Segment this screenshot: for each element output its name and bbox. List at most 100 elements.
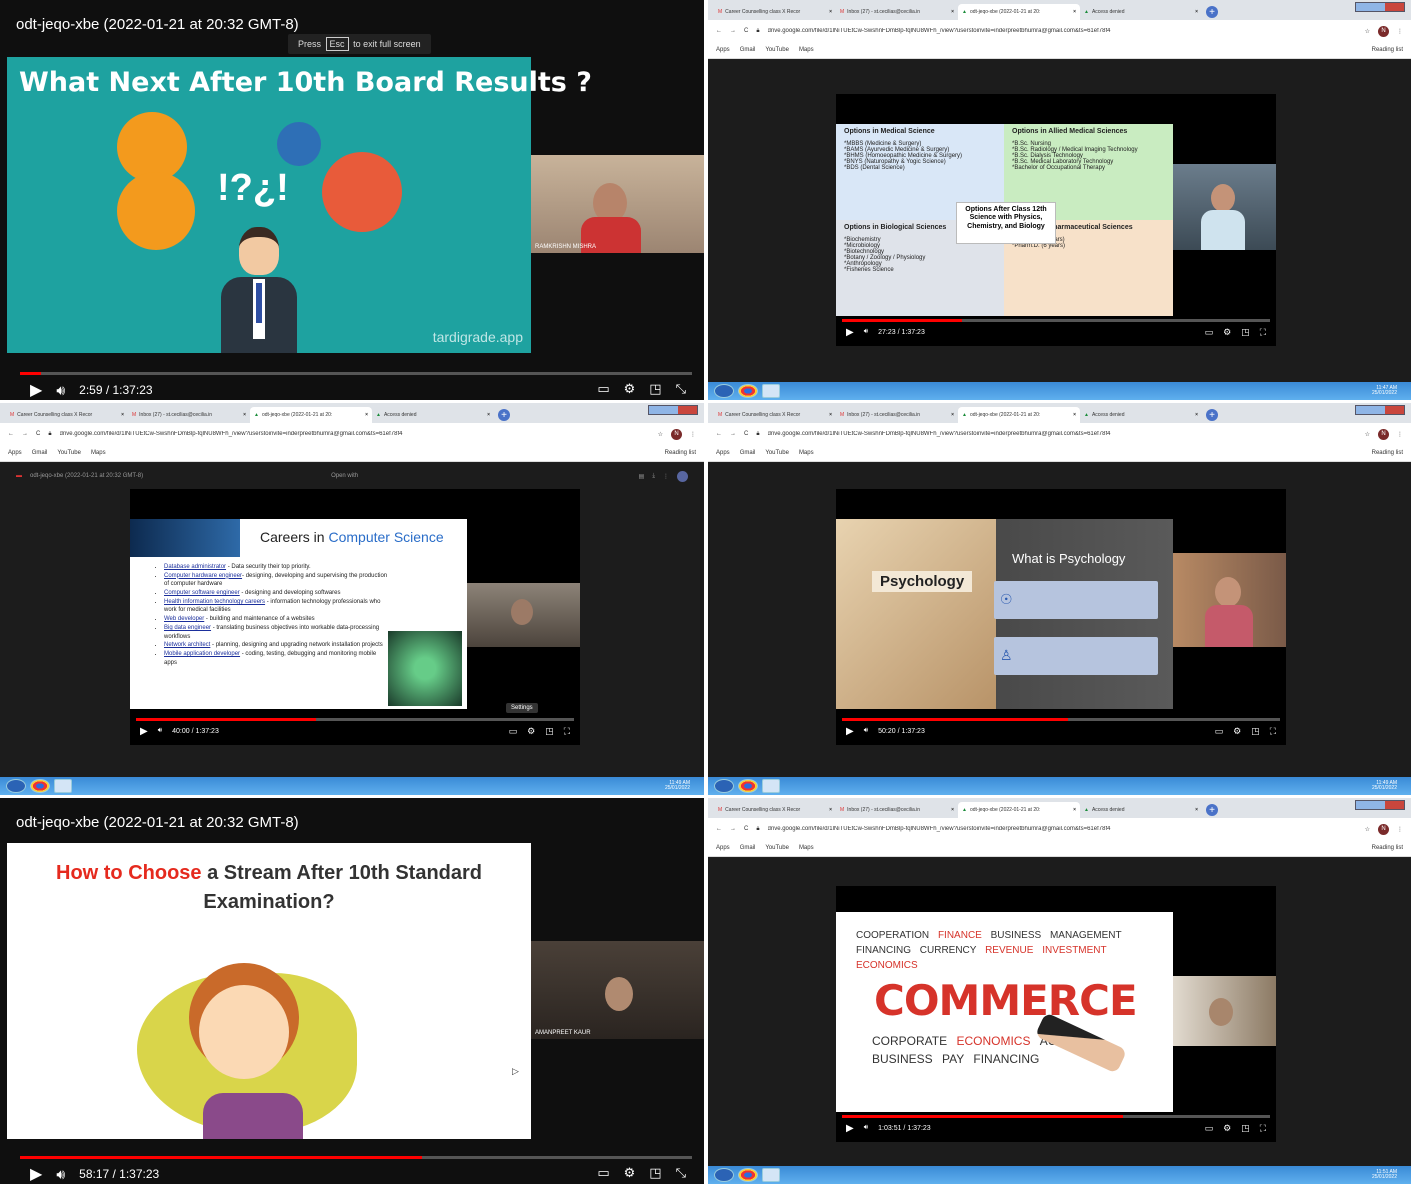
account-avatar[interactable] — [677, 470, 688, 482]
volume-icon[interactable]: 🔊︎ — [56, 1166, 65, 1183]
miniplayer-icon[interactable]: ◳ — [649, 1165, 661, 1181]
tab-drive[interactable]: ▲ odt-jeqo-xbe (2022-01-21 at 20: × — [958, 407, 1080, 423]
subtitles-icon[interactable]: ▭ — [1205, 327, 1214, 338]
reading-list[interactable]: Reading list — [1372, 47, 1403, 53]
tab-access-denied[interactable]: ▲ Access denied × — [1080, 4, 1202, 20]
back-icon[interactable]: ← — [716, 826, 722, 832]
forward-icon[interactable]: → — [730, 431, 736, 437]
explorer-icon[interactable] — [762, 384, 780, 398]
forward-icon[interactable]: → — [22, 431, 28, 437]
tab-inbox[interactable]: M Inbox (27) - st.cecilias@cecilia.in × — [836, 407, 958, 423]
comment-icon[interactable]: ▤ — [639, 473, 645, 480]
career-link[interactable]: Big data engineer — [164, 625, 211, 631]
tab-inbox[interactable]: M Inbox (27) - st.cecilias@cecilia.in × — [836, 4, 958, 20]
menu-icon[interactable]: ⋮ — [1397, 826, 1403, 833]
close-icon[interactable]: × — [829, 807, 832, 813]
explorer-icon[interactable] — [762, 779, 780, 793]
explorer-icon[interactable] — [54, 779, 72, 793]
volume-icon[interactable]: 🔊︎ — [864, 1124, 868, 1132]
new-tab-button[interactable]: + — [1206, 409, 1218, 421]
video-player[interactable]: Options in Medical Science *MBBS (Medicin… — [836, 94, 1276, 346]
career-link[interactable]: Web developer — [164, 616, 204, 622]
reading-list[interactable]: Reading list — [1372, 845, 1403, 851]
play-icon[interactable]: ▶ — [30, 380, 42, 400]
bookmark-youtube[interactable]: YouTube — [765, 450, 789, 456]
close-icon[interactable]: × — [1073, 807, 1076, 813]
new-tab-button[interactable]: + — [1206, 6, 1218, 18]
subtitles-icon[interactable]: ▭ — [1205, 1123, 1214, 1134]
miniplayer-icon[interactable]: ◳ — [1251, 726, 1260, 737]
tab-inbox[interactable]: M Inbox (27) - st.cecilias@cecilia.in × — [128, 407, 250, 423]
volume-icon[interactable]: 🔊︎ — [56, 382, 65, 399]
reading-list[interactable]: Reading list — [1372, 450, 1403, 456]
settings-icon[interactable]: ⚙ — [1223, 1123, 1231, 1134]
window-controls[interactable] — [1355, 2, 1405, 12]
progress-bar[interactable] — [842, 1115, 1270, 1118]
close-icon[interactable]: × — [487, 412, 490, 418]
new-tab-button[interactable]: + — [498, 409, 510, 421]
video-player[interactable]: Psychology What is Psychology ☉ ♙ ▶ 🔊︎ 5… — [836, 489, 1286, 745]
tab-access-denied[interactable]: ▲ Access denied × — [1080, 407, 1202, 423]
profile-avatar[interactable]: N — [1378, 428, 1389, 440]
bookmark-youtube[interactable]: YouTube — [765, 47, 789, 53]
reading-list[interactable]: Reading list — [665, 450, 696, 456]
career-link[interactable]: Health information technology careers — [164, 599, 265, 605]
more-icon[interactable]: ⋮ — [663, 473, 669, 480]
bookmark-gmail[interactable]: Gmail — [740, 845, 756, 851]
reload-icon[interactable]: C — [744, 28, 748, 34]
progress-bar[interactable] — [842, 718, 1280, 721]
settings-icon[interactable]: ⚙ — [1233, 726, 1241, 737]
close-icon[interactable]: × — [121, 412, 124, 418]
settings-icon[interactable]: ⚙ — [624, 1165, 636, 1181]
career-link[interactable]: Network architect — [164, 642, 210, 648]
subtitles-icon[interactable]: ▭ — [597, 1165, 609, 1181]
progress-bar[interactable] — [136, 718, 574, 721]
play-icon[interactable]: ▶ — [30, 1164, 42, 1184]
close-icon[interactable]: × — [829, 9, 832, 15]
fullscreen-icon[interactable]: ⛶ — [1260, 327, 1266, 338]
reload-icon[interactable]: C — [36, 431, 40, 437]
chrome-icon[interactable] — [30, 779, 50, 793]
volume-icon[interactable]: 🔊︎ — [158, 727, 162, 735]
url-field[interactable]: drive.google.com/file/d/1lNiTUEtCw-Swshn… — [60, 431, 650, 437]
tab-drive[interactable]: ▲ odt-jeqo-xbe (2022-01-21 at 20: × — [958, 4, 1080, 20]
star-icon[interactable]: ☆ — [1365, 431, 1370, 438]
url-field[interactable]: drive.google.com/file/d/1lNiTUEtCw-Swshn… — [768, 431, 1357, 437]
star-icon[interactable]: ☆ — [658, 431, 663, 438]
bookmark-apps[interactable]: Apps — [716, 450, 730, 456]
fullscreen-icon[interactable]: ⛶ — [564, 726, 570, 737]
bookmark-maps[interactable]: Maps — [91, 450, 106, 456]
tab-career[interactable]: M Career Counselling class X Recor × — [714, 407, 836, 423]
reload-icon[interactable]: C — [744, 431, 748, 437]
close-icon[interactable]: × — [951, 9, 954, 15]
bookmark-maps[interactable]: Maps — [799, 450, 814, 456]
play-icon[interactable]: ▶ — [140, 726, 148, 737]
start-icon[interactable] — [6, 779, 26, 793]
tab-drive[interactable]: ▲ odt-jeqo-xbe (2022-01-21 at 20: × — [958, 802, 1080, 818]
forward-icon[interactable]: → — [730, 826, 736, 832]
tab-drive[interactable]: ▲ odt-jeqo-xbe (2022-01-21 at 20: × — [250, 407, 372, 423]
menu-icon[interactable]: ⋮ — [690, 431, 696, 438]
bookmark-maps[interactable]: Maps — [799, 47, 814, 53]
tab-access-denied[interactable]: ▲ Access denied × — [1080, 802, 1202, 818]
bookmark-apps[interactable]: Apps — [716, 47, 730, 53]
close-icon[interactable]: × — [1073, 412, 1076, 418]
chrome-icon[interactable] — [738, 384, 758, 398]
career-link[interactable]: Computer software engineer — [164, 590, 240, 596]
bookmark-gmail[interactable]: Gmail — [740, 450, 756, 456]
reload-icon[interactable]: C — [744, 826, 748, 832]
close-icon[interactable]: × — [1195, 9, 1198, 15]
fullscreen-icon[interactable]: ⛶ — [1260, 1123, 1266, 1134]
menu-icon[interactable]: ⋮ — [1397, 431, 1403, 438]
settings-icon[interactable]: ⚙ — [527, 726, 535, 737]
bookmark-apps[interactable]: Apps — [8, 450, 22, 456]
bookmark-maps[interactable]: Maps — [799, 845, 814, 851]
close-icon[interactable]: × — [243, 412, 246, 418]
download-icon[interactable]: ⤓ — [652, 473, 655, 480]
volume-icon[interactable]: 🔊︎ — [864, 328, 868, 336]
fullscreen-icon[interactable]: ⛶ — [1270, 726, 1276, 737]
video-player[interactable]: Careers in Computer Science Database adm… — [130, 489, 580, 745]
start-icon[interactable] — [714, 779, 734, 793]
subtitles-icon[interactable]: ▭ — [597, 381, 609, 397]
close-icon[interactable]: × — [951, 412, 954, 418]
